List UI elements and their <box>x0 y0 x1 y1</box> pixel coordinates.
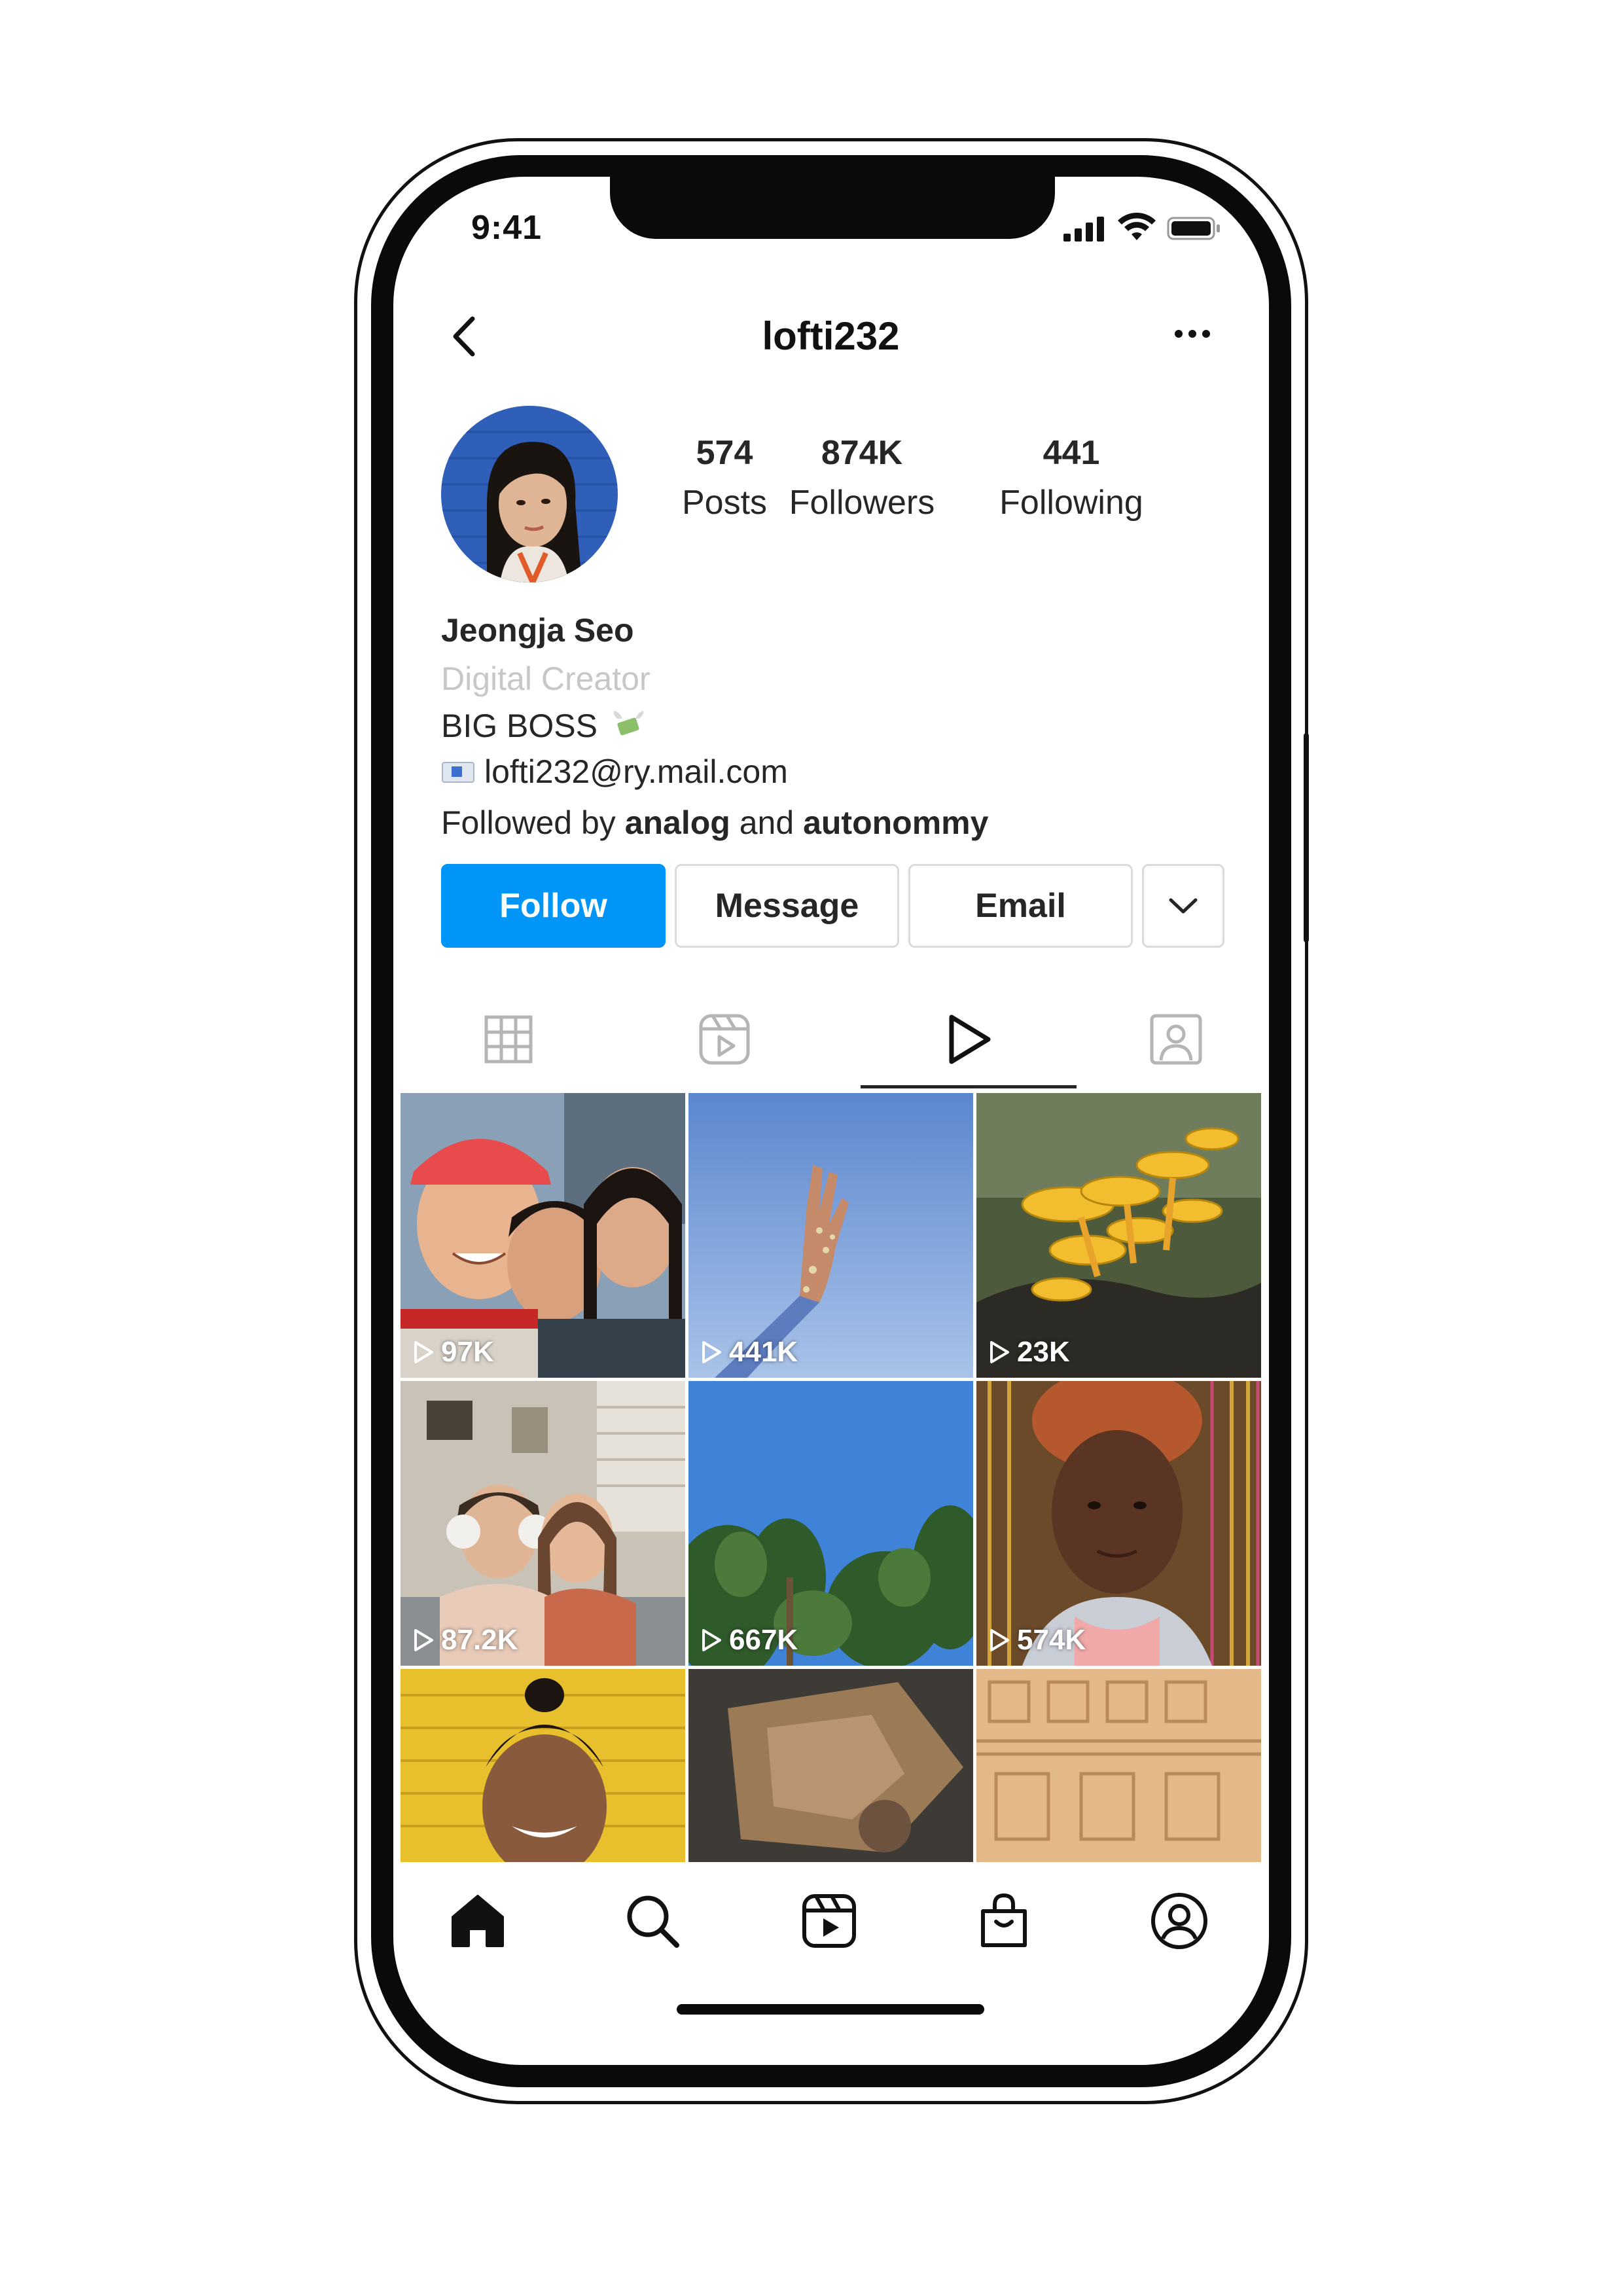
tab-posts-grid[interactable] <box>401 988 616 1090</box>
battery-icon <box>1167 217 1220 240</box>
followed-by[interactable]: Followed by analog and autonommy <box>441 804 988 842</box>
grid-tile[interactable]: 441K <box>688 1093 973 1378</box>
screen: 9:41 lofti232 574 Posts 874K Followers 4… <box>401 177 1261 2062</box>
video-view-count: 574K <box>988 1624 1086 1657</box>
content-tabs <box>401 988 1261 1093</box>
more-options-icon[interactable] <box>1169 317 1215 350</box>
grid-icon <box>484 1015 533 1063</box>
view-count-text: 23K <box>1017 1336 1070 1368</box>
video-view-count: 87.2K <box>412 1624 518 1657</box>
cellular-signal-icon <box>1063 217 1104 242</box>
following-count: 441 <box>1043 434 1100 472</box>
followers-label: Followers <box>789 484 935 522</box>
message-button[interactable]: Message <box>675 864 899 948</box>
wifi-icon <box>1118 213 1156 240</box>
posts-label: Posts <box>681 484 768 522</box>
play-icon <box>414 1629 433 1651</box>
tab-reels[interactable] <box>616 988 832 1090</box>
grid-tile[interactable] <box>688 1669 973 1862</box>
play-icon <box>414 1341 433 1363</box>
play-icon <box>990 1341 1009 1363</box>
video-view-count: 23K <box>988 1336 1070 1369</box>
play-icon <box>702 1341 721 1363</box>
reels-icon <box>699 1014 750 1064</box>
profile-icon <box>1151 1893 1207 1949</box>
nav-home[interactable] <box>445 1888 510 1954</box>
status-time: 9:41 <box>471 209 543 247</box>
tagged-icon <box>1150 1014 1202 1064</box>
following-label: Following <box>999 484 1143 522</box>
posts-count: 574 <box>696 434 753 472</box>
email-button[interactable]: Email <box>908 864 1133 948</box>
view-count-text: 97K <box>441 1336 494 1368</box>
home-icon <box>452 1895 504 1947</box>
followed-by-user-1[interactable]: analog <box>625 804 730 841</box>
bio-line: BIG BOSS <box>441 707 647 745</box>
tab-videos[interactable] <box>861 988 1077 1090</box>
followed-by-user-2[interactable]: autonommy <box>803 804 988 841</box>
followed-by-and: and <box>730 804 804 841</box>
nav-shop[interactable] <box>971 1888 1037 1954</box>
stat-followers[interactable]: 874K Followers <box>777 433 947 522</box>
bio-text: BIG BOSS <box>441 708 597 744</box>
grid-tile[interactable]: 574K <box>976 1381 1261 1666</box>
follow-button[interactable]: Follow <box>441 864 666 948</box>
video-view-count: 97K <box>412 1336 494 1369</box>
notch <box>610 177 1055 239</box>
followers-count: 874K <box>821 434 903 472</box>
search-icon <box>627 1895 679 1948</box>
shop-icon <box>981 1893 1027 1947</box>
grid-tile[interactable] <box>976 1669 1261 1862</box>
grid-tile[interactable]: 667K <box>688 1381 973 1666</box>
grid-tile[interactable] <box>401 1669 685 1862</box>
stat-following[interactable]: 441 Following <box>986 433 1156 522</box>
play-icon <box>702 1629 721 1651</box>
video-play-icon <box>949 1014 991 1064</box>
nav-reels[interactable] <box>796 1888 862 1954</box>
bottom-nav <box>401 1862 1261 1980</box>
profile-header: lofti232 <box>401 298 1261 370</box>
view-count-text: 441K <box>729 1336 798 1368</box>
bio-email[interactable]: lofti232@ry.mail.com <box>441 753 788 791</box>
chevron-down-icon <box>1169 898 1198 914</box>
side-button <box>1304 733 1309 942</box>
email-text: lofti232@ry.mail.com <box>484 753 788 790</box>
play-icon <box>990 1629 1009 1651</box>
view-count-text: 87.2K <box>441 1624 518 1656</box>
profile-category: Digital Creator <box>441 660 651 697</box>
home-indicator[interactable] <box>677 2004 984 2015</box>
status-icons <box>1063 213 1222 242</box>
grid-tile[interactable]: 23K <box>976 1093 1261 1378</box>
tab-tagged[interactable] <box>1068 988 1261 1090</box>
followed-by-prefix: Followed by <box>441 804 625 841</box>
view-count-text: 574K <box>1017 1624 1086 1656</box>
profile-name: Jeongja Seo <box>441 612 634 649</box>
avatar[interactable] <box>441 406 618 583</box>
nav-profile[interactable] <box>1147 1888 1212 1954</box>
suggested-dropdown-button[interactable] <box>1142 864 1224 948</box>
grid-tile[interactable]: 87.2K <box>401 1381 685 1666</box>
page-title: lofti232 <box>762 314 900 358</box>
reels-icon <box>802 1894 856 1948</box>
money-wings-icon <box>613 711 644 736</box>
grid-tile[interactable]: 97K <box>401 1093 685 1378</box>
email-envelope-icon <box>442 762 474 783</box>
view-count-text: 667K <box>729 1624 798 1656</box>
video-view-count: 667K <box>700 1624 798 1657</box>
active-tab-indicator <box>861 1085 1077 1088</box>
stat-posts[interactable]: 574 Posts <box>666 433 783 522</box>
video-grid: 97K 441K 23K 87.2K 667K 574K <box>401 1093 1261 1862</box>
nav-search[interactable] <box>620 1888 685 1954</box>
video-view-count: 441K <box>700 1336 798 1369</box>
